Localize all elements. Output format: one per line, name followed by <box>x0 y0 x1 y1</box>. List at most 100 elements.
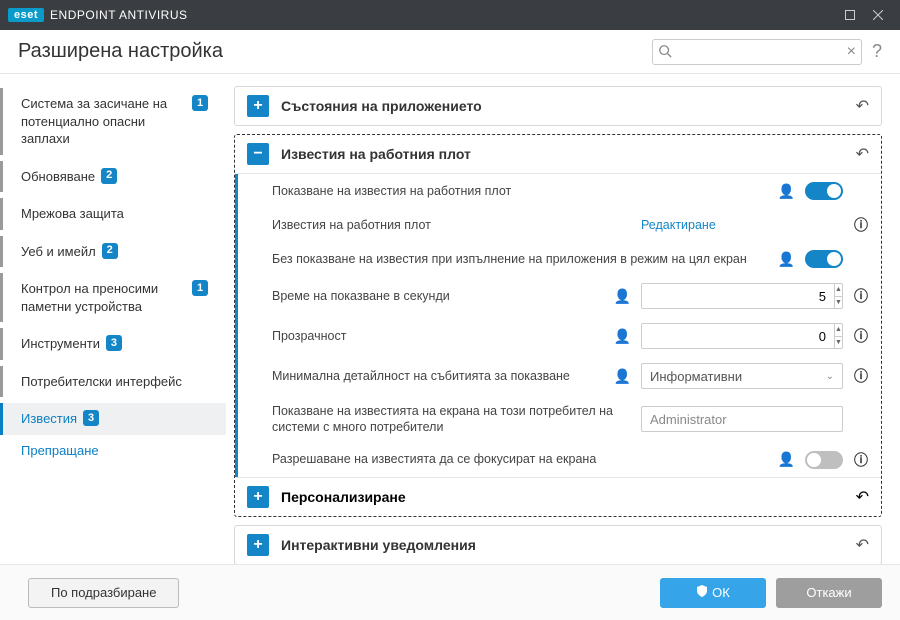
sidebar-badge: 3 <box>106 335 122 351</box>
seconds-input-wrap: ▲▼ <box>641 283 843 309</box>
section-header-app-states[interactable]: + Състояния на приложението ↶ <box>235 87 881 125</box>
help-button[interactable]: ? <box>872 41 882 62</box>
sidebar-badge: 2 <box>102 243 118 259</box>
search-input[interactable] <box>652 39 862 65</box>
default-button[interactable]: По подразбиране <box>28 578 179 608</box>
shield-icon <box>696 585 708 600</box>
min-detail-select[interactable]: Информативни ⌄ <box>641 363 843 389</box>
user-icon: 👤 <box>614 288 631 305</box>
sidebar-item-label: Инструменти <box>21 335 100 353</box>
user-input[interactable] <box>641 406 843 432</box>
ok-label: ОК <box>712 585 730 600</box>
sidebar-item-ui[interactable]: Потребителски интерфейс <box>0 366 226 398</box>
row-label: Известия на работния плот <box>272 217 641 233</box>
reset-icon[interactable]: ↶ <box>856 535 869 555</box>
spinner-up[interactable]: ▲ <box>835 284 842 297</box>
info-icon[interactable]: ⓘ <box>853 366 869 386</box>
section-title: Известия на работния плот <box>281 146 856 162</box>
sidebar-item-update[interactable]: Обновяване 2 <box>0 161 226 193</box>
search-icon <box>658 44 672 61</box>
toggle-fullscreen[interactable] <box>805 250 843 268</box>
reset-icon[interactable]: ↶ <box>856 487 869 507</box>
user-icon: 👤 <box>778 183 795 200</box>
user-icon: 👤 <box>778 451 795 468</box>
search-clear-button[interactable]: × <box>847 43 856 61</box>
row-label: Прозрачност <box>272 328 614 344</box>
info-icon[interactable]: ⓘ <box>853 450 869 470</box>
sidebar-item-network[interactable]: Мрежова защита <box>0 198 226 230</box>
window-close-button[interactable] <box>864 0 892 30</box>
transparency-input[interactable] <box>642 324 834 348</box>
section-title: Интерактивни уведомления <box>281 537 856 553</box>
section-title: Персонализиране <box>281 489 856 505</box>
sidebar-item-tools[interactable]: Инструменти 3 <box>0 328 226 360</box>
info-icon[interactable]: ⓘ <box>853 326 869 346</box>
sidebar-item-label: Уеб и имейл <box>21 243 96 261</box>
row-label: Време на показване в секунди <box>272 288 614 304</box>
main-content: + Състояния на приложението ↶ − Известия… <box>226 74 900 564</box>
section-desktop-notifications: − Известия на работния плот ↶ Показване … <box>234 134 882 517</box>
info-icon[interactable]: ⓘ <box>853 215 869 235</box>
row-label: Показване на известията на екрана на тоз… <box>272 403 641 436</box>
spinner-up[interactable]: ▲ <box>835 324 842 337</box>
sidebar: Система за засичане на потенциално опасн… <box>0 74 226 564</box>
subsection-personalize[interactable]: + Персонализиране ↶ <box>235 477 881 516</box>
sidebar-item-label: Потребителски интерфейс <box>21 373 182 391</box>
seconds-input[interactable] <box>642 284 834 308</box>
user-icon: 👤 <box>614 368 631 385</box>
expand-icon: + <box>247 534 269 556</box>
select-value: Информативни <box>650 369 742 384</box>
expand-icon: + <box>247 95 269 117</box>
row-label: Разрешаване на известията да се фокусира… <box>272 451 778 467</box>
sidebar-subitem-forwarding[interactable]: Препращане <box>0 435 226 467</box>
row-display-seconds: Време на показване в секунди 👤 ▲▼ ⓘ <box>235 276 881 316</box>
sidebar-item-notifications[interactable]: Известия 3 <box>0 403 226 435</box>
window-maximize-button[interactable] <box>836 0 864 30</box>
sidebar-item-device-control[interactable]: Контрол на преносими паметни устройства 1 <box>0 273 226 322</box>
user-icon: 👤 <box>614 328 631 345</box>
reset-icon[interactable]: ↶ <box>856 96 869 116</box>
row-label: Показване на известия на работния плот <box>272 183 778 199</box>
row-transparency: Прозрачност 👤 ▲▼ ⓘ <box>235 316 881 356</box>
chevron-down-icon: ⌄ <box>826 371 834 382</box>
info-icon[interactable]: ⓘ <box>853 286 869 306</box>
row-fullscreen-suppress: Без показване на известия при изпълнение… <box>235 242 881 276</box>
sidebar-item-label: Препращане <box>21 442 99 460</box>
sidebar-badge: 1 <box>192 95 208 111</box>
transparency-input-wrap: ▲▼ <box>641 323 843 349</box>
sidebar-item-detection[interactable]: Система за засичане на потенциално опасн… <box>0 88 226 155</box>
row-show-on-user: Показване на известията на екрана на тоз… <box>235 396 881 443</box>
sidebar-item-label: Контрол на преносими паметни устройства <box>21 280 186 315</box>
row-label: Минимална детайлност на събитията за пок… <box>272 368 614 384</box>
sidebar-item-label: Обновяване <box>21 168 95 186</box>
spinner-down[interactable]: ▼ <box>835 297 842 309</box>
collapse-icon: − <box>247 143 269 165</box>
row-label: Без показване на известия при изпълнение… <box>272 251 778 267</box>
sidebar-item-web-email[interactable]: Уеб и имейл 2 <box>0 236 226 268</box>
reset-icon[interactable]: ↶ <box>856 144 869 164</box>
sidebar-item-label: Известия <box>21 410 77 428</box>
page-title: Разширена настройка <box>18 40 652 63</box>
spinner-down[interactable]: ▼ <box>835 337 842 349</box>
sidebar-item-label: Мрежова защита <box>21 205 124 223</box>
edit-link[interactable]: Редактиране <box>641 218 843 232</box>
section-header-interactive[interactable]: + Интерактивни уведомления ↶ <box>235 526 881 564</box>
sidebar-item-label: Система за засичане на потенциално опасн… <box>21 95 186 148</box>
sidebar-badge: 2 <box>101 168 117 184</box>
search-wrap: × <box>652 39 862 65</box>
section-app-states: + Състояния на приложението ↶ <box>234 86 882 126</box>
sidebar-badge: 3 <box>83 410 99 426</box>
section-header-desktop-notifications[interactable]: − Известия на работния плот ↶ <box>235 135 881 173</box>
cancel-button[interactable]: Откажи <box>776 578 882 608</box>
row-edit-notifications: Известия на работния плот Редактиране ⓘ <box>235 208 881 242</box>
toggle-allow-focus[interactable] <box>805 451 843 469</box>
header: Разширена настройка × ? <box>0 30 900 74</box>
sidebar-badge: 1 <box>192 280 208 296</box>
user-icon: 👤 <box>778 251 795 268</box>
row-show-desktop-notifications: Показване на известия на работния плот 👤… <box>235 174 881 208</box>
app-title: ENDPOINT ANTIVIRUS <box>50 8 187 22</box>
footer: По подразбиране ОК Откажи <box>0 564 900 620</box>
ok-button[interactable]: ОК <box>660 578 766 608</box>
toggle-show-desktop[interactable] <box>805 182 843 200</box>
row-min-detail: Минимална детайлност на събитията за пок… <box>235 356 881 396</box>
